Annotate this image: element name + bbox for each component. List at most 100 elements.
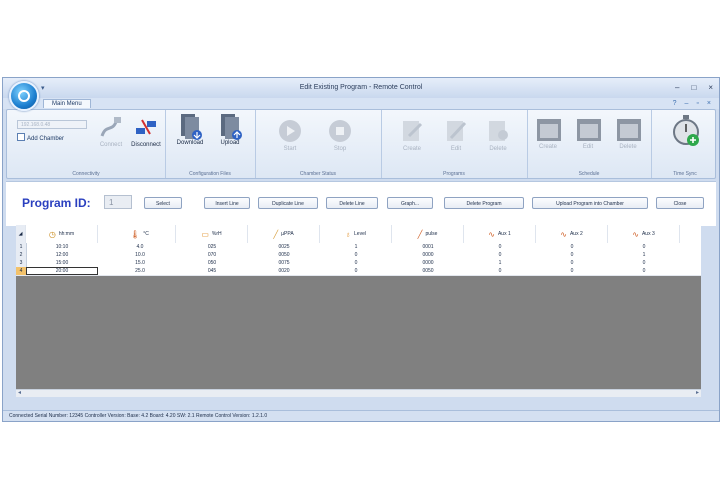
ribbon-close-icon[interactable]: ×	[707, 100, 711, 107]
start-label: Start	[283, 146, 297, 152]
table-cell[interactable]: 1	[608, 251, 680, 259]
time-sync-button[interactable]	[669, 114, 703, 150]
table-cell[interactable]: 0050	[248, 251, 320, 259]
delete-line-button[interactable]: Delete Line	[326, 197, 378, 209]
table-cell[interactable]: 0025	[248, 243, 320, 251]
table-cell[interactable]: 0	[464, 243, 536, 251]
table-cell[interactable]: 4.0	[104, 243, 176, 251]
stop-button[interactable]: Stop	[323, 118, 357, 152]
start-button[interactable]: Start	[273, 118, 307, 152]
maximize-icon[interactable]: □	[691, 83, 696, 92]
disconnect-button[interactable]: Disconnect	[129, 114, 163, 148]
table-cell[interactable]: 10:10	[26, 243, 98, 251]
graph-button[interactable]: Graph...	[387, 197, 433, 209]
column-header-label: Aux 1	[497, 231, 511, 237]
minimize-icon[interactable]: –	[675, 83, 679, 92]
scroll-right-icon[interactable]: ▸	[696, 389, 699, 396]
upload-program-button[interactable]: Upload Program into Chamber	[532, 197, 648, 209]
table-cell[interactable]: 15:00	[26, 259, 98, 267]
group-label-programs: Programs	[443, 171, 465, 177]
table-row[interactable]: 4 20:00 25.0 045 0020 0 0050 0 0 0	[16, 267, 701, 276]
table-cell[interactable]: 0	[536, 243, 608, 251]
aux3-icon: ∿	[632, 229, 639, 239]
schedule-edit-button[interactable]: Edit	[571, 116, 605, 150]
table-cell[interactable]: 0	[608, 267, 680, 275]
scroll-left-icon[interactable]: ◂	[18, 389, 21, 396]
window-controls: – □ ×	[675, 83, 713, 92]
ppa-icon: ╱	[273, 229, 279, 239]
table-cell[interactable]: 0001	[392, 243, 464, 251]
table-cell[interactable]: 0	[608, 259, 680, 267]
app-menu-button[interactable]	[9, 81, 39, 111]
table-cell[interactable]: 0075	[248, 259, 320, 267]
table-cell[interactable]: 0	[464, 267, 536, 275]
table-cell[interactable]: 0	[320, 251, 392, 259]
delete-program-icon	[485, 118, 511, 144]
humidity-icon: ▭	[201, 229, 209, 239]
ribbon-minimize-icon[interactable]: –	[685, 100, 689, 107]
program-edit-button[interactable]: Edit	[439, 118, 473, 152]
insert-line-button[interactable]: Insert Line	[204, 197, 250, 209]
column-header[interactable]: ▭ %rH	[176, 225, 248, 243]
table-cell[interactable]: 15.0	[104, 259, 176, 267]
table-cell[interactable]: 0	[536, 259, 608, 267]
table-cell[interactable]: 025	[176, 243, 248, 251]
tab-main-menu[interactable]: Main Menu	[43, 99, 91, 108]
table-cell[interactable]: 0	[320, 267, 392, 275]
table-cell[interactable]: 045	[176, 267, 248, 275]
column-header[interactable]: ♁ Level	[320, 225, 392, 243]
program-id-spinner[interactable]: 1	[104, 195, 132, 209]
duplicate-line-button[interactable]: Duplicate Line	[258, 197, 318, 209]
table-cell[interactable]: 0000	[392, 251, 464, 259]
table-cell[interactable]: 0	[608, 243, 680, 251]
column-header[interactable]: ╱ µPPA	[248, 225, 320, 243]
ribbon-restore-icon[interactable]: ▫	[696, 100, 698, 107]
program-toolbar: Program ID: 1 Select Insert Line Duplica…	[6, 181, 716, 226]
table-cell[interactable]: 1	[320, 243, 392, 251]
program-create-button[interactable]: Create	[395, 118, 429, 152]
column-header[interactable]: ∿ Aux 1	[464, 225, 536, 243]
add-chamber-button[interactable]: Add Chamber	[17, 133, 64, 142]
column-header-label: °C	[143, 231, 149, 237]
column-header-label: µPPA	[281, 231, 294, 237]
close-icon[interactable]: ×	[708, 83, 713, 92]
table-cell[interactable]: 25.0	[104, 267, 176, 275]
delete-program-button[interactable]: Delete Program	[444, 197, 524, 209]
column-header[interactable]: ∿ Aux 3	[608, 225, 680, 243]
table-cell[interactable]: 0	[464, 251, 536, 259]
grid-header: ◢ ◷ hh:mm 🌡 °C ▭ %rH ╱ µPPA ♁ Level ╱ pulse ∿ Aux 1 ∿ Au…	[16, 225, 701, 244]
help-icon[interactable]: ?	[673, 100, 677, 107]
download-button[interactable]: Download	[171, 112, 209, 146]
horizontal-scrollbar[interactable]: ◂ ▸	[16, 389, 701, 397]
add-chamber-icon	[17, 133, 25, 141]
column-header[interactable]: ╱ pulse	[392, 225, 464, 243]
chamber-address-combo[interactable]: 192.168.0.48	[17, 120, 87, 129]
table-cell[interactable]: 12:00	[26, 251, 98, 259]
table-cell[interactable]: 0020	[248, 267, 320, 275]
table-cell[interactable]: 0	[320, 259, 392, 267]
table-cell[interactable]: 1	[464, 259, 536, 267]
ribbon-tab-icons: ? – ▫ ×	[673, 100, 711, 107]
table-cell[interactable]: 20:00	[26, 267, 98, 275]
table-cell[interactable]: 050	[176, 259, 248, 267]
column-header[interactable]: ◷ hh:mm	[26, 225, 98, 243]
column-header[interactable]: ∿ Aux 2	[536, 225, 608, 243]
column-header-label: Level	[354, 231, 366, 237]
upload-button[interactable]: Upload	[211, 112, 249, 146]
schedule-delete-button[interactable]: Delete	[611, 116, 645, 150]
grid-select-all[interactable]: ◢	[16, 225, 26, 243]
program-delete-button[interactable]: Delete	[481, 118, 515, 152]
table-cell[interactable]: 10.0	[104, 251, 176, 259]
table-cell[interactable]: 0	[536, 267, 608, 275]
table-cell[interactable]: 0	[536, 251, 608, 259]
schedule-create-button[interactable]: Create	[531, 116, 565, 150]
thermometer-icon: 🌡	[130, 229, 141, 239]
select-button[interactable]: Select	[144, 197, 182, 209]
table-cell[interactable]: 0050	[392, 267, 464, 275]
close-button[interactable]: Close	[656, 197, 704, 209]
table-cell[interactable]: 070	[176, 251, 248, 259]
ribbon: 192.168.0.48 Add Chamber Connect Disconn…	[6, 109, 716, 179]
connect-button[interactable]: Connect	[97, 114, 125, 148]
column-header[interactable]: 🌡 °C	[104, 225, 176, 243]
table-cell[interactable]: 0000	[392, 259, 464, 267]
